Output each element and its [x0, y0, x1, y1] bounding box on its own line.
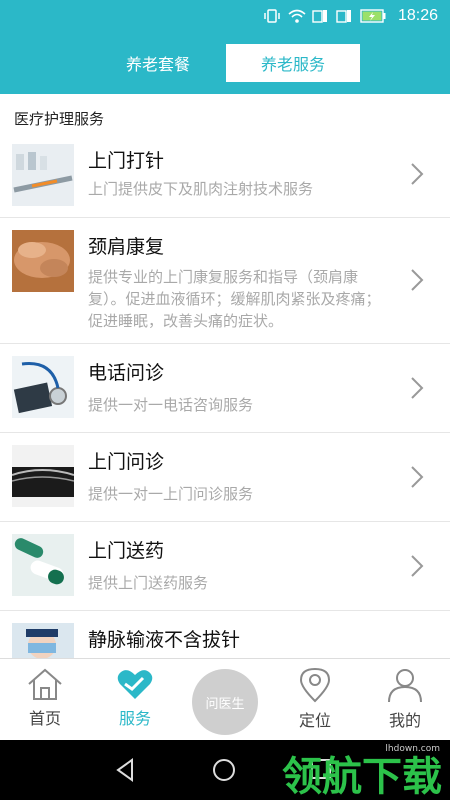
- list-item[interactable]: 颈肩康复 提供专业的上门康复服务和指导（颈肩康复）。促进血液循环；缓解肌肉紧张及…: [0, 218, 450, 344]
- person-icon: [388, 669, 422, 703]
- nav-home[interactable]: 首页: [0, 667, 90, 737]
- item-description: 提供一对一上门问诊服务: [88, 485, 254, 503]
- status-bar: 18:26: [0, 0, 450, 32]
- battery-charging-icon: [360, 9, 386, 23]
- nav-service[interactable]: 服务: [90, 667, 180, 737]
- section-title: 医疗护理服务: [14, 110, 105, 128]
- chevron-right-icon: [411, 466, 424, 488]
- nav-location-label: 定位: [298, 711, 331, 730]
- item-description: 上门提供皮下及肌肉注射技术服务: [88, 180, 314, 198]
- list-item[interactable]: 上门送药 提供上门送药服务: [0, 522, 450, 611]
- tab-elderly-package[interactable]: 养老套餐: [91, 44, 225, 82]
- iv-infusion-thumbnail: [12, 623, 74, 659]
- item-title: 上门打针: [88, 150, 165, 172]
- nav-mine-label: 我的: [388, 711, 421, 730]
- wifi-icon: [288, 9, 306, 23]
- nav-location[interactable]: 定位: [270, 667, 360, 737]
- item-title: 静脉输液不含拔针: [88, 629, 241, 651]
- item-title: 上门送药: [88, 540, 165, 562]
- chevron-right-icon: [411, 269, 424, 291]
- list-item[interactable]: 上门问诊 提供一对一上门问诊服务: [0, 433, 450, 522]
- vibrate-icon: [264, 9, 280, 23]
- neck-rehab-thumbnail: [12, 230, 74, 292]
- clock: 18:26: [397, 7, 438, 24]
- sim1-signal-icon: [312, 9, 328, 23]
- chevron-right-icon: [411, 377, 424, 399]
- home-icon: [28, 668, 62, 700]
- tab-elderly-service[interactable]: 养老服务: [226, 44, 360, 82]
- item-title: 上门问诊: [88, 451, 165, 473]
- nav-service-label: 服务: [118, 709, 151, 728]
- item-description: 提供一对一电话咨询服务: [88, 396, 254, 414]
- bottom-navigation: 首页 服务 问医生 定位 我的: [0, 658, 450, 740]
- list-item[interactable]: 电话问诊 提供一对一电话咨询服务: [0, 344, 450, 433]
- medicine-thumbnail: [12, 534, 74, 596]
- chevron-right-icon: [411, 163, 424, 185]
- nav-mine[interactable]: 我的: [360, 667, 450, 737]
- item-title: 电话问诊: [88, 362, 165, 384]
- home-circle-icon[interactable]: [212, 758, 236, 782]
- item-description: 提供专业的上门康复服务和指导（颈肩康复）。促进血液循环；缓解肌肉紧张及疼痛；促进…: [88, 268, 381, 330]
- back-icon[interactable]: [114, 758, 136, 782]
- ask-doctor-button[interactable]: 问医生: [192, 669, 258, 735]
- sim2-signal-icon: [336, 9, 352, 23]
- system-navigation-bar: lhdown.com 领航下载: [0, 740, 450, 800]
- heart-hand-icon: [117, 670, 153, 699]
- nav-home-label: 首页: [28, 709, 61, 728]
- top-tab-bar: 养老套餐 养老服务: [0, 32, 450, 94]
- list-item[interactable]: 上门打针 上门提供皮下及肌肉注射技术服务: [0, 132, 450, 218]
- injection-thumbnail: [12, 144, 74, 206]
- stethoscope-thumbnail: [12, 356, 74, 418]
- item-description: 提供上门送药服务: [88, 574, 209, 592]
- home-visit-thumbnail: [12, 445, 74, 507]
- item-title: 颈肩康复: [88, 236, 165, 258]
- chevron-right-icon: [411, 555, 424, 577]
- location-pin-icon: [299, 667, 331, 703]
- watermark-logo: 领航下载: [282, 754, 442, 800]
